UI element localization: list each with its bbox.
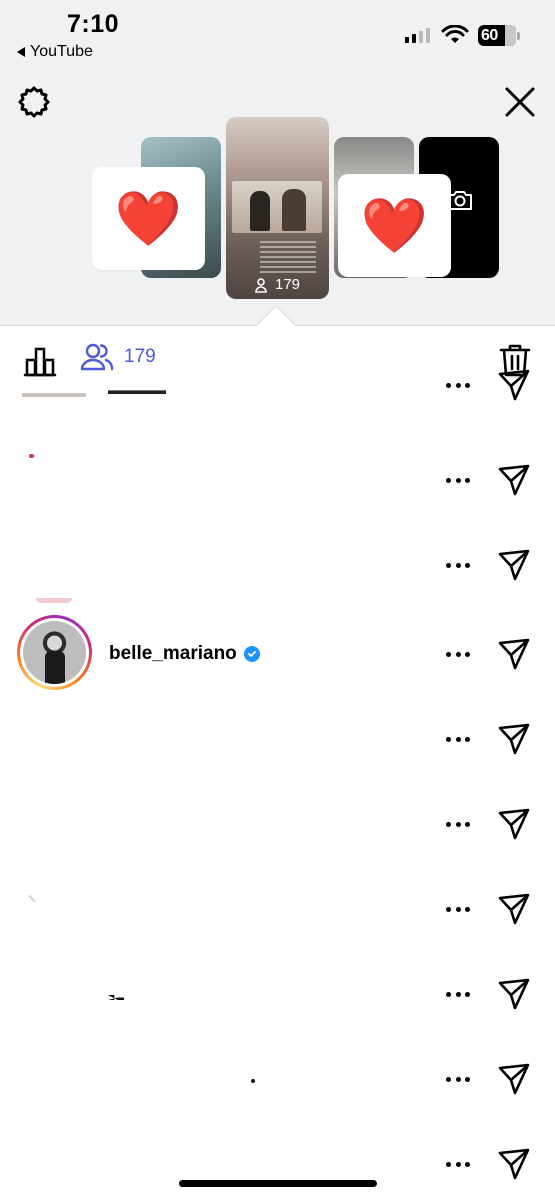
back-app-label: YouTube <box>30 43 93 60</box>
settings-gear-icon[interactable] <box>16 84 52 120</box>
wifi-icon <box>441 25 469 43</box>
more-options-icon[interactable] <box>446 475 470 485</box>
send-message-icon[interactable] <box>497 463 531 497</box>
current-story-viewer-count: 179 <box>274 276 301 293</box>
username-fragment <box>251 1079 255 1083</box>
viewer-row[interactable] <box>0 951 555 1037</box>
more-options-icon[interactable] <box>446 649 470 659</box>
viewer-row[interactable] <box>0 696 555 782</box>
avatar-fragment <box>29 454 34 458</box>
reaction-sticker: ❤️ <box>338 174 451 277</box>
more-options-icon[interactable] <box>446 734 470 744</box>
back-to-app-link[interactable]: YouTube <box>17 43 93 61</box>
reaction-sticker: ❤️ <box>92 167 205 270</box>
username-fragment <box>108 995 124 1000</box>
viewer-row[interactable] <box>0 781 555 867</box>
more-options-icon[interactable] <box>446 1159 470 1169</box>
battery-tip <box>517 32 520 40</box>
viewer-row[interactable] <box>0 441 555 527</box>
more-options-icon[interactable] <box>446 904 470 914</box>
send-message-icon[interactable] <box>497 1147 531 1181</box>
avatar <box>23 621 86 684</box>
send-message-icon[interactable] <box>497 722 531 756</box>
more-options-icon[interactable] <box>446 819 470 829</box>
status-time: 7:10 <box>67 10 120 38</box>
story-photo <box>232 181 322 233</box>
avatar-fragment <box>36 598 72 603</box>
heart-emoji: ❤️ <box>114 186 183 250</box>
avatar-fragment <box>28 889 42 903</box>
username-text: belle_mariano <box>109 643 237 664</box>
username-fragment <box>108 390 166 394</box>
more-options-icon[interactable] <box>446 380 470 390</box>
people-icon <box>255 277 267 293</box>
viewer-row[interactable] <box>0 1036 555 1122</box>
avatar-fragment <box>22 393 86 397</box>
story-text-lines <box>260 241 316 276</box>
send-message-icon[interactable] <box>497 807 531 841</box>
viewer-username[interactable]: belle_mariano <box>109 643 260 665</box>
viewer-row[interactable] <box>0 1121 555 1200</box>
more-options-icon[interactable] <box>446 1074 470 1084</box>
cellular-signal-icon <box>405 28 430 43</box>
battery-level: 60 <box>481 26 498 44</box>
story-thumbnail-current[interactable]: 179 <box>226 117 329 299</box>
battery-icon: 60 <box>478 25 516 46</box>
more-options-icon[interactable] <box>446 989 470 999</box>
home-indicator[interactable] <box>179 1180 377 1187</box>
heart-emoji: ❤️ <box>360 193 429 257</box>
viewer-row[interactable] <box>0 526 555 612</box>
more-options-icon[interactable] <box>446 560 470 570</box>
close-icon[interactable] <box>502 84 538 120</box>
send-message-icon[interactable] <box>497 892 531 926</box>
viewer-row[interactable] <box>0 346 555 432</box>
current-story-viewers: 179 <box>226 276 329 293</box>
send-message-icon[interactable] <box>497 368 531 402</box>
verified-badge-icon <box>243 646 260 662</box>
send-message-icon[interactable] <box>497 977 531 1011</box>
viewer-row[interactable]: belle_mariano <box>0 611 555 697</box>
send-message-icon[interactable] <box>497 1062 531 1096</box>
story-header: 7:10 YouTube 60 174 179 <box>0 0 555 325</box>
send-message-icon[interactable] <box>497 548 531 582</box>
back-triangle-icon <box>17 47 25 57</box>
send-message-icon[interactable] <box>497 637 531 671</box>
viewer-row[interactable] <box>0 866 555 952</box>
story-ring <box>17 615 92 690</box>
